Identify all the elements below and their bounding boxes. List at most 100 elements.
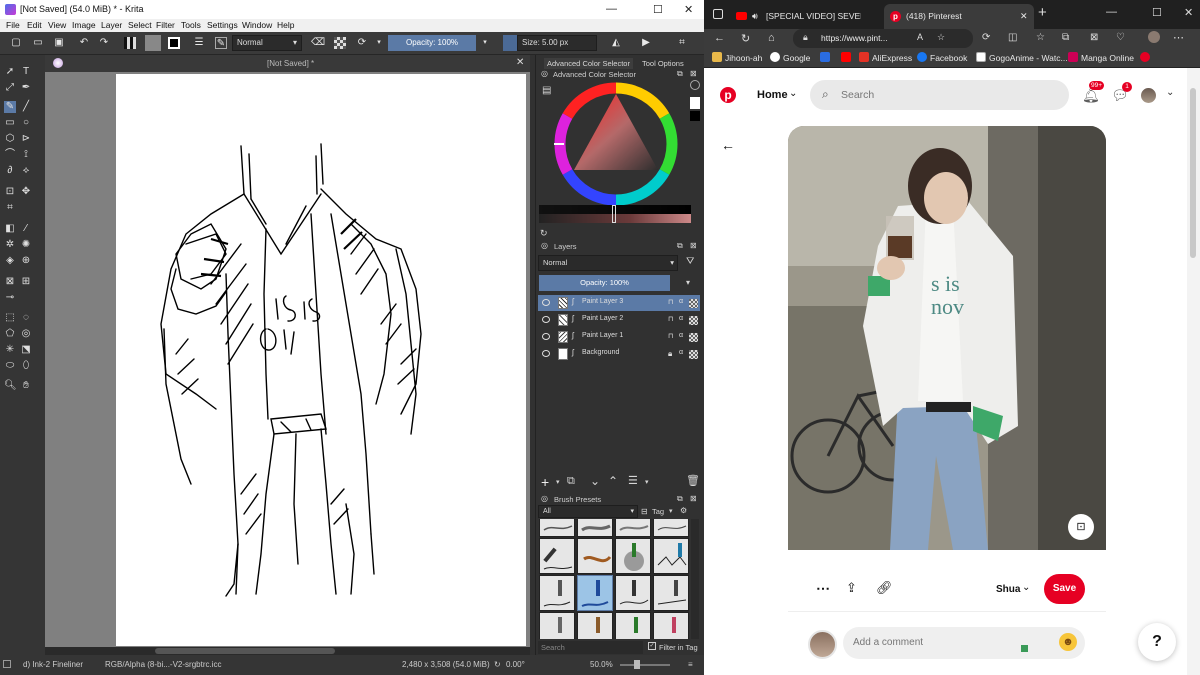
lock-icon[interactable]: ⊓ (668, 315, 673, 323)
split-screen-icon[interactable]: ◫ (1008, 32, 1017, 43)
rectangle-tool-icon[interactable]: ▭ (4, 117, 16, 129)
shade-cursor[interactable] (612, 205, 616, 223)
rectangle-select-icon[interactable]: ⬚ (4, 312, 16, 324)
pan-tool-icon[interactable]: ✋︎ (20, 380, 32, 392)
horizontal-scrollbar[interactable] (45, 647, 530, 655)
maximize-icon[interactable]: ☐ (1152, 6, 1162, 19)
close-icon[interactable]: ✕ (1184, 6, 1193, 19)
dock-close-icon[interactable]: ⊠ (690, 241, 697, 250)
menu-tools[interactable]: Tools (181, 20, 201, 30)
bookmark-jihoon[interactable]: Jihoon-ah (712, 52, 762, 64)
mirror-vertical-icon[interactable]: ▶ (640, 37, 652, 49)
layer-row[interactable]: ʃ Paint Layer 1 ⊓ α (538, 329, 700, 345)
favorite-add-icon[interactable]: ☆ (937, 32, 945, 43)
duplicate-layer-icon[interactable]: ⧉ (567, 475, 575, 488)
polygon-select-icon[interactable]: ⬠ (4, 328, 16, 340)
bezier-select-icon[interactable]: ⬭ (4, 360, 16, 372)
crop-tool-icon[interactable]: ⌗ (4, 202, 16, 214)
color-settings-icon[interactable]: ▤ (542, 85, 551, 96)
brush-preset[interactable] (539, 538, 575, 574)
minimize-icon[interactable]: — (606, 3, 617, 15)
ellipse-tool-icon[interactable]: ○ (20, 117, 32, 129)
board-select[interactable]: Shua (996, 584, 1020, 595)
tab-pinterest[interactable]: p (418) Pinterest ✕ (884, 4, 1034, 29)
menu-filter[interactable]: Filter (156, 20, 175, 30)
dock-detach-icon[interactable]: ⧉ (677, 241, 683, 251)
more-options-icon[interactable]: ⋯ (816, 580, 830, 597)
profile-avatar[interactable] (1148, 31, 1160, 43)
size-slider-fill[interactable] (503, 35, 517, 51)
layer-row[interactable]: ʃ Paint Layer 3 ⊓ α (538, 295, 700, 311)
home-icon[interactable]: ⌂ (768, 32, 775, 44)
tab-youtube[interactable]: 🔊︎ [SPECIAL VIDEO] SEVENTEE (732, 4, 882, 29)
layer-row[interactable]: ʃ Paint Layer 2 ⊓ α (538, 312, 700, 328)
color-picker-icon[interactable]: ⁄ (20, 223, 32, 235)
brush-preset[interactable] (615, 612, 651, 639)
zoom-slider[interactable] (620, 664, 670, 666)
reference-tool-icon[interactable]: ⊸ (4, 292, 16, 304)
nav-home[interactable]: Home (757, 89, 788, 101)
move-tool-icon[interactable]: ✥ (20, 186, 32, 198)
dock-detach-icon[interactable]: ⧉ (677, 494, 683, 504)
smart-patch-icon[interactable]: ✲ (4, 239, 16, 251)
close-document-icon[interactable]: ✕ (516, 57, 524, 68)
bookmark-manga-online[interactable]: Manga Online (1068, 52, 1134, 64)
tab-advanced-color-selector[interactable]: Advanced Color Selector (544, 58, 633, 69)
select-shapes-icon[interactable]: ➚ (4, 66, 16, 78)
brush-preset[interactable] (653, 538, 689, 574)
bg-color-swatch[interactable] (690, 97, 700, 109)
user-avatar[interactable] (1141, 88, 1156, 103)
move-layer-up-icon[interactable]: ⌃ (608, 474, 618, 488)
gradient-tool-icon[interactable]: ◧ (4, 223, 16, 235)
save-button[interactable]: Save (1044, 574, 1085, 604)
crop-icon[interactable]: ⌗ (676, 37, 688, 49)
comment-input[interactable]: Add a comment ☻ (843, 627, 1085, 659)
menu-window[interactable]: Window (242, 20, 272, 30)
brush-preset[interactable] (539, 575, 575, 611)
inherit-alpha-icon[interactable] (689, 316, 698, 325)
dynamic-brush-icon[interactable]: ∂ (4, 165, 16, 177)
contiguous-select-icon[interactable]: ✳ (4, 344, 16, 356)
page-scrollbar[interactable] (1187, 68, 1200, 675)
copy-link-icon[interactable]: 🔗︎ (876, 580, 893, 596)
text-tool-icon[interactable]: T (20, 66, 32, 78)
multibrush-icon[interactable]: ⟡ (20, 165, 32, 177)
scrollbar-thumb[interactable] (1190, 88, 1196, 258)
browser-essentials-icon[interactable]: ♡ (1116, 32, 1125, 43)
mirror-horizontal-icon[interactable]: ◭ (610, 37, 622, 49)
transform-tool-icon[interactable]: ⊡ (4, 186, 16, 198)
freehand-select-icon[interactable]: ◎ (20, 328, 32, 340)
dock-close-icon[interactable]: ⊠ (690, 69, 697, 78)
reload-icon[interactable]: ⟳ (356, 37, 368, 49)
edit-shapes-icon[interactable]: ⤢ (4, 82, 16, 94)
assistant-tool-icon[interactable]: ✺ (20, 239, 32, 251)
maximize-icon[interactable]: ☐ (653, 3, 663, 16)
redo-icon[interactable]: ↷ (98, 37, 110, 49)
chevron-down-icon[interactable]: ▾ (686, 278, 690, 287)
chevron-down-icon[interactable]: ▾ (645, 478, 649, 486)
brush-preset[interactable] (615, 519, 651, 537)
menu-select[interactable]: Select (128, 20, 152, 30)
pattern-edit-icon[interactable]: ⊕ (20, 255, 32, 267)
menu-file[interactable]: File (6, 20, 20, 30)
back-icon[interactable]: ← (714, 32, 725, 44)
polygon-tool-icon[interactable]: ⬡ (4, 133, 16, 145)
bookmark-aliexpress[interactable]: AliExpress (859, 52, 912, 64)
pattern-swatch-icon[interactable] (145, 35, 161, 51)
preset-scrollbar[interactable] (691, 519, 699, 639)
scrollbar-thumb[interactable] (155, 648, 335, 654)
filter-in-tag-checkbox[interactable]: ✓ (648, 642, 656, 650)
brush-preset[interactable] (577, 538, 613, 574)
menu-edit[interactable]: Edit (27, 20, 42, 30)
visibility-eye-icon[interactable] (542, 333, 550, 340)
brush-preset[interactable] (539, 519, 575, 537)
pin-image[interactable]: s is nov ⊡ (788, 126, 1106, 550)
perspective-grid-icon[interactable]: ⊠ (4, 276, 16, 288)
brush-filter-select[interactable]: All ▾ (538, 505, 638, 518)
bookmark-youtube[interactable] (841, 52, 854, 64)
inherit-alpha-icon[interactable] (689, 299, 698, 308)
undo-icon[interactable]: ↶ (78, 37, 90, 49)
gradient-swatch-icon[interactable] (124, 37, 136, 49)
bookmark-google[interactable]: Google (770, 52, 810, 64)
chevron-down-icon[interactable]: ▾ (556, 478, 560, 486)
